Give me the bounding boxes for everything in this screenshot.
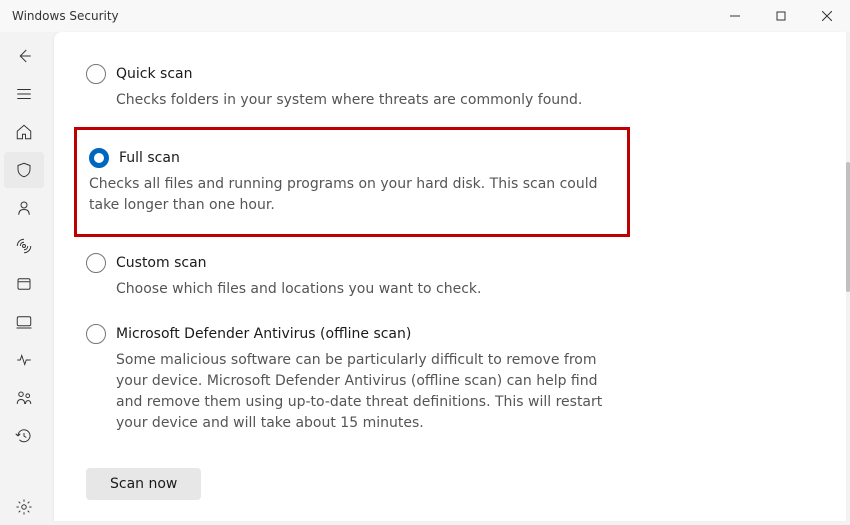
back-button[interactable] xyxy=(4,38,44,74)
option-desc: Some malicious software can be particula… xyxy=(116,350,616,434)
option-title: Microsoft Defender Antivirus (offline sc… xyxy=(116,326,411,342)
nav-family-options[interactable] xyxy=(4,380,44,416)
window-title: Windows Security xyxy=(12,9,119,23)
minimize-button[interactable] xyxy=(712,0,758,32)
radio-quick-scan[interactable] xyxy=(86,64,106,84)
nav-account-protection[interactable] xyxy=(4,190,44,226)
option-custom-scan[interactable]: Custom scan Choose which files and locat… xyxy=(86,241,616,312)
nav-home[interactable] xyxy=(4,114,44,150)
option-desc: Checks folders in your system where thre… xyxy=(116,90,616,111)
option-quick-scan[interactable]: Quick scan Checks folders in your system… xyxy=(86,52,616,123)
content-area: Quick scan Checks folders in your system… xyxy=(54,32,846,521)
radio-custom-scan[interactable] xyxy=(86,253,106,273)
close-button[interactable] xyxy=(804,0,850,32)
option-full-scan[interactable]: Full scan Checks all files and running p… xyxy=(74,127,630,237)
nav-device-performance[interactable] xyxy=(4,342,44,378)
nav-virus-protection[interactable] xyxy=(4,152,44,188)
nav-protection-history[interactable] xyxy=(4,418,44,454)
nav-device-security[interactable] xyxy=(4,304,44,340)
nav-firewall[interactable] xyxy=(4,228,44,264)
titlebar: Windows Security xyxy=(0,0,850,32)
nav-settings[interactable] xyxy=(4,489,44,525)
scan-now-button[interactable]: Scan now xyxy=(86,468,201,500)
option-title: Custom scan xyxy=(116,255,207,271)
option-desc: Choose which files and locations you wan… xyxy=(116,279,616,300)
maximize-button[interactable] xyxy=(758,0,804,32)
option-desc: Checks all files and running programs on… xyxy=(89,174,617,216)
menu-button[interactable] xyxy=(4,76,44,112)
option-offline-scan[interactable]: Microsoft Defender Antivirus (offline sc… xyxy=(86,312,616,446)
option-title: Quick scan xyxy=(116,66,192,82)
radio-full-scan[interactable] xyxy=(89,148,109,168)
option-title: Full scan xyxy=(119,150,180,166)
sidebar xyxy=(0,32,48,525)
window-controls xyxy=(712,0,850,32)
nav-app-browser-control[interactable] xyxy=(4,266,44,302)
radio-offline-scan[interactable] xyxy=(86,324,106,344)
scrollbar-thumb[interactable] xyxy=(846,162,850,292)
